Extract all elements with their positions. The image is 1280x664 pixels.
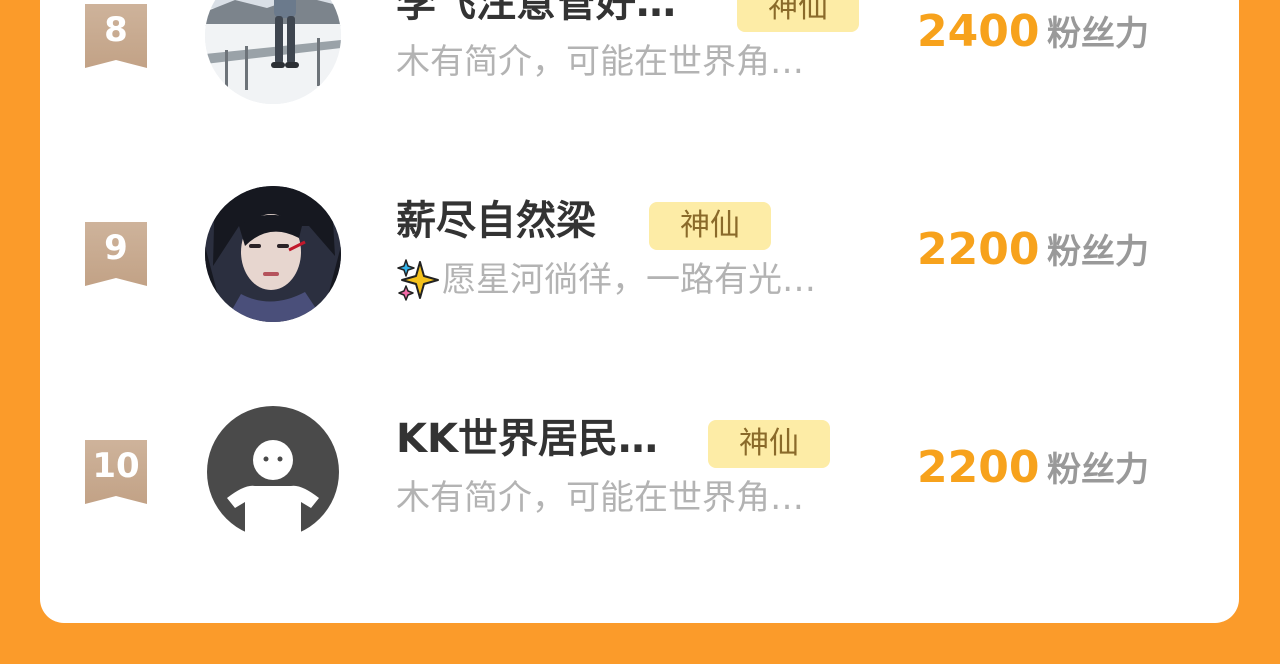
user-bio-text: 愿星河徜徉，一路有光… bbox=[442, 260, 816, 300]
user-bio: 愿星河徜徉，一路有光… bbox=[396, 258, 816, 302]
rank-badge: 10 bbox=[85, 440, 147, 504]
fan-power-unit: 粉丝力 bbox=[1047, 14, 1149, 54]
fan-power-unit: 粉丝力 bbox=[1047, 450, 1149, 490]
avatar[interactable] bbox=[205, 0, 341, 104]
avatar[interactable] bbox=[205, 186, 341, 322]
rank-number: 8 bbox=[104, 10, 128, 50]
rank-badge: 8 bbox=[85, 4, 147, 68]
sparkles-icon bbox=[396, 258, 442, 302]
rank-number: 9 bbox=[104, 228, 128, 268]
fan-power-score: 2400 bbox=[917, 6, 1040, 57]
avatar[interactable] bbox=[205, 404, 341, 540]
title-tag: 神仙 bbox=[737, 0, 859, 32]
photo-person-snowy-landscape-icon bbox=[205, 0, 341, 104]
fan-power-score: 2200 bbox=[917, 224, 1040, 275]
fan-power-score: 2200 bbox=[917, 442, 1040, 493]
user-bio: 木有简介，可能在世界角… bbox=[396, 478, 804, 518]
leaderboard-card: 8 李飞注意管好… 神仙 木有简介，可能在世界角… 2400 粉丝力 9 薪尽自… bbox=[40, 0, 1239, 623]
rank-number: 10 bbox=[92, 446, 140, 486]
title-tag: 神仙 bbox=[708, 420, 830, 468]
user-name[interactable]: KK世界居民… bbox=[396, 414, 658, 464]
leaderboard-row[interactable]: 8 李飞注意管好… 神仙 木有简介，可能在世界角… 2400 粉丝力 bbox=[40, 0, 1239, 104]
default-avatar-icon bbox=[205, 404, 341, 540]
leaderboard-row[interactable]: 9 薪尽自然梁 神仙 愿星河徜徉，一路有光… 2200 粉丝力 bbox=[40, 182, 1239, 322]
user-name[interactable]: 李飞注意管好… bbox=[396, 0, 676, 28]
fan-power-unit: 粉丝力 bbox=[1047, 232, 1149, 272]
user-name[interactable]: 薪尽自然梁 bbox=[396, 196, 596, 246]
leaderboard-row[interactable]: 10 KK世界居民… 神仙 木有简介，可能在世界角… 2200 粉丝力 bbox=[40, 400, 1239, 540]
title-tag: 神仙 bbox=[649, 202, 771, 250]
rank-badge: 9 bbox=[85, 222, 147, 286]
photo-dark-haired-character-icon bbox=[205, 186, 341, 322]
user-bio: 木有简介，可能在世界角… bbox=[396, 42, 804, 82]
